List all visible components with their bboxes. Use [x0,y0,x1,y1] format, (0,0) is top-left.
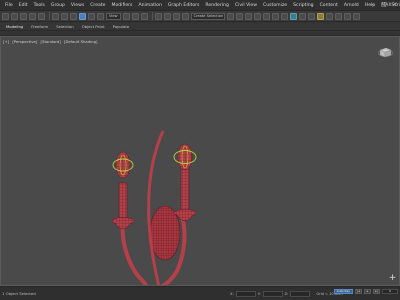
arnold-ipr-icon[interactable] [352,12,360,20]
menu-content[interactable]: Content [317,0,341,11]
select-move-icon[interactable] [79,12,86,20]
menu-animation[interactable]: Animation [135,0,164,11]
render-in-cloud-icon[interactable] [325,12,333,20]
toolbar-separator [151,12,153,20]
play-icon[interactable]: ▸ [364,289,371,294]
unlink-icon[interactable] [29,12,36,20]
tab-object-paint[interactable]: Object Paint [78,22,109,31]
auto-key-button[interactable]: Auto Key [333,289,353,294]
perspective-viewport[interactable]: [+] [Perspective] [Standard] [Default Sh… [0,36,400,286]
menu-views[interactable]: Views [68,0,87,11]
menu-bar: File Edit Tools Group Views Create Modif… [0,0,400,11]
rect-selection-icon[interactable] [70,12,77,20]
right-cup-base [176,214,194,222]
viewcube-icon[interactable] [377,45,393,58]
left-candle-stem [118,182,128,222]
viewport-standard-menu[interactable]: [Standard] [41,39,61,44]
minimize-icon[interactable]: – [370,1,376,9]
viewport-shading-menu[interactable]: [Default Shading] [64,39,97,44]
main-toolbar: View Create Selection Se [0,11,400,22]
tab-selection[interactable]: Selection [52,22,78,31]
coordinate-display: X: Y: Z: Grid = 10.0cm [230,290,343,297]
selection-status: 1 Object Selected [2,291,36,296]
schematic-view-icon[interactable] [280,12,288,20]
current-frame-field[interactable]: 0 [382,289,398,294]
close-icon[interactable]: × [392,1,398,9]
toggle-scene-explorer-icon[interactable] [244,12,252,20]
x-label: X: [230,291,234,296]
go-to-start-icon[interactable]: |◂ [355,289,362,294]
zoom-extents-plus-icon[interactable]: + [388,274,397,283]
status-bar: 1 Object Selected X: Y: Z: Grid = 10.0cm… [0,286,400,300]
window-controls: – □ × [370,1,398,9]
wall-sconce-model[interactable] [101,103,211,286]
viewport-general-menu[interactable]: [+] [3,39,9,44]
left-arm [120,222,149,285]
menu-create[interactable]: Create [87,0,108,11]
keyboard-shortcut-icon[interactable] [140,12,148,20]
menu-rendering[interactable]: Rendering [202,0,231,11]
menu-scripting[interactable]: Scripting [290,0,316,11]
redo-icon[interactable] [11,12,18,20]
maximize-icon[interactable]: □ [381,1,387,9]
z-coordinate-field[interactable] [290,290,311,297]
right-bulb [177,143,193,171]
render-setup-icon[interactable] [298,12,306,20]
arnold-render-icon[interactable] [343,12,351,20]
curve-editor-icon[interactable] [271,12,279,20]
select-object-icon[interactable] [52,12,59,20]
menu-modifiers[interactable]: Modifiers [108,0,135,11]
rendered-frame-window-icon[interactable] [307,12,315,20]
y-coordinate-field[interactable] [262,290,283,297]
toggle-layer-explorer-icon[interactable] [253,12,261,20]
y-label: Y: [257,291,261,296]
tab-freeform[interactable]: Freeform [27,22,52,31]
animation-controls: Auto Key |◂ ▸ ▸| 0 [333,289,398,294]
menu-civil-view[interactable]: Civil View [232,0,260,11]
align-icon[interactable] [235,12,243,20]
left-cup-base [114,222,132,230]
menu-customize[interactable]: Customize [260,0,290,11]
select-rotate-icon[interactable] [88,12,95,20]
tab-populate[interactable]: Populate [109,22,134,31]
menu-tools[interactable]: Tools [31,0,48,11]
menu-group[interactable]: Group [48,0,68,11]
select-scale-icon[interactable] [97,12,104,20]
snap-toggle-icon[interactable] [154,12,162,20]
toggle-ribbon-icon[interactable] [262,12,270,20]
ribbon-tabs: Modeling Freeform Selection Object Paint… [0,22,400,31]
link-icon[interactable] [20,12,27,20]
mirror-icon[interactable] [226,12,234,20]
percent-snap-icon[interactable] [172,12,180,20]
angle-snap-icon[interactable] [163,12,171,20]
right-candle-stem [180,164,190,212]
undo-icon[interactable] [2,12,9,20]
view-dropdown[interactable]: View [106,12,121,20]
render-production-icon[interactable] [316,12,324,20]
menu-arnold[interactable]: Arnold [341,0,362,11]
manipulate-icon[interactable] [131,12,139,20]
pivot-icon[interactable] [122,12,130,20]
menu-file[interactable]: File [2,0,16,11]
material-editor-icon[interactable] [289,12,297,20]
left-bulb [115,151,131,179]
viewport-label[interactable]: [+] [Perspective] [Standard] [Default Sh… [3,39,99,44]
go-to-end-icon[interactable]: ▸| [373,289,380,294]
spinner-snap-icon[interactable] [181,12,189,20]
toolbar-separator [49,12,50,20]
select-by-name-icon[interactable] [61,12,68,20]
selection-set-dropdown[interactable]: Create Selection Se [190,12,225,20]
z-label: Z: [284,291,289,296]
menu-graph-editors[interactable]: Graph Editors [165,0,203,11]
viewport-point-of-view-menu[interactable]: [Perspective] [12,39,37,44]
x-coordinate-field[interactable] [235,290,256,297]
menu-edit[interactable]: Edit [16,0,31,11]
a360-gallery-icon[interactable] [334,12,342,20]
bind-space-warp-icon[interactable] [38,12,45,20]
tab-modeling[interactable]: Modeling [2,22,27,31]
